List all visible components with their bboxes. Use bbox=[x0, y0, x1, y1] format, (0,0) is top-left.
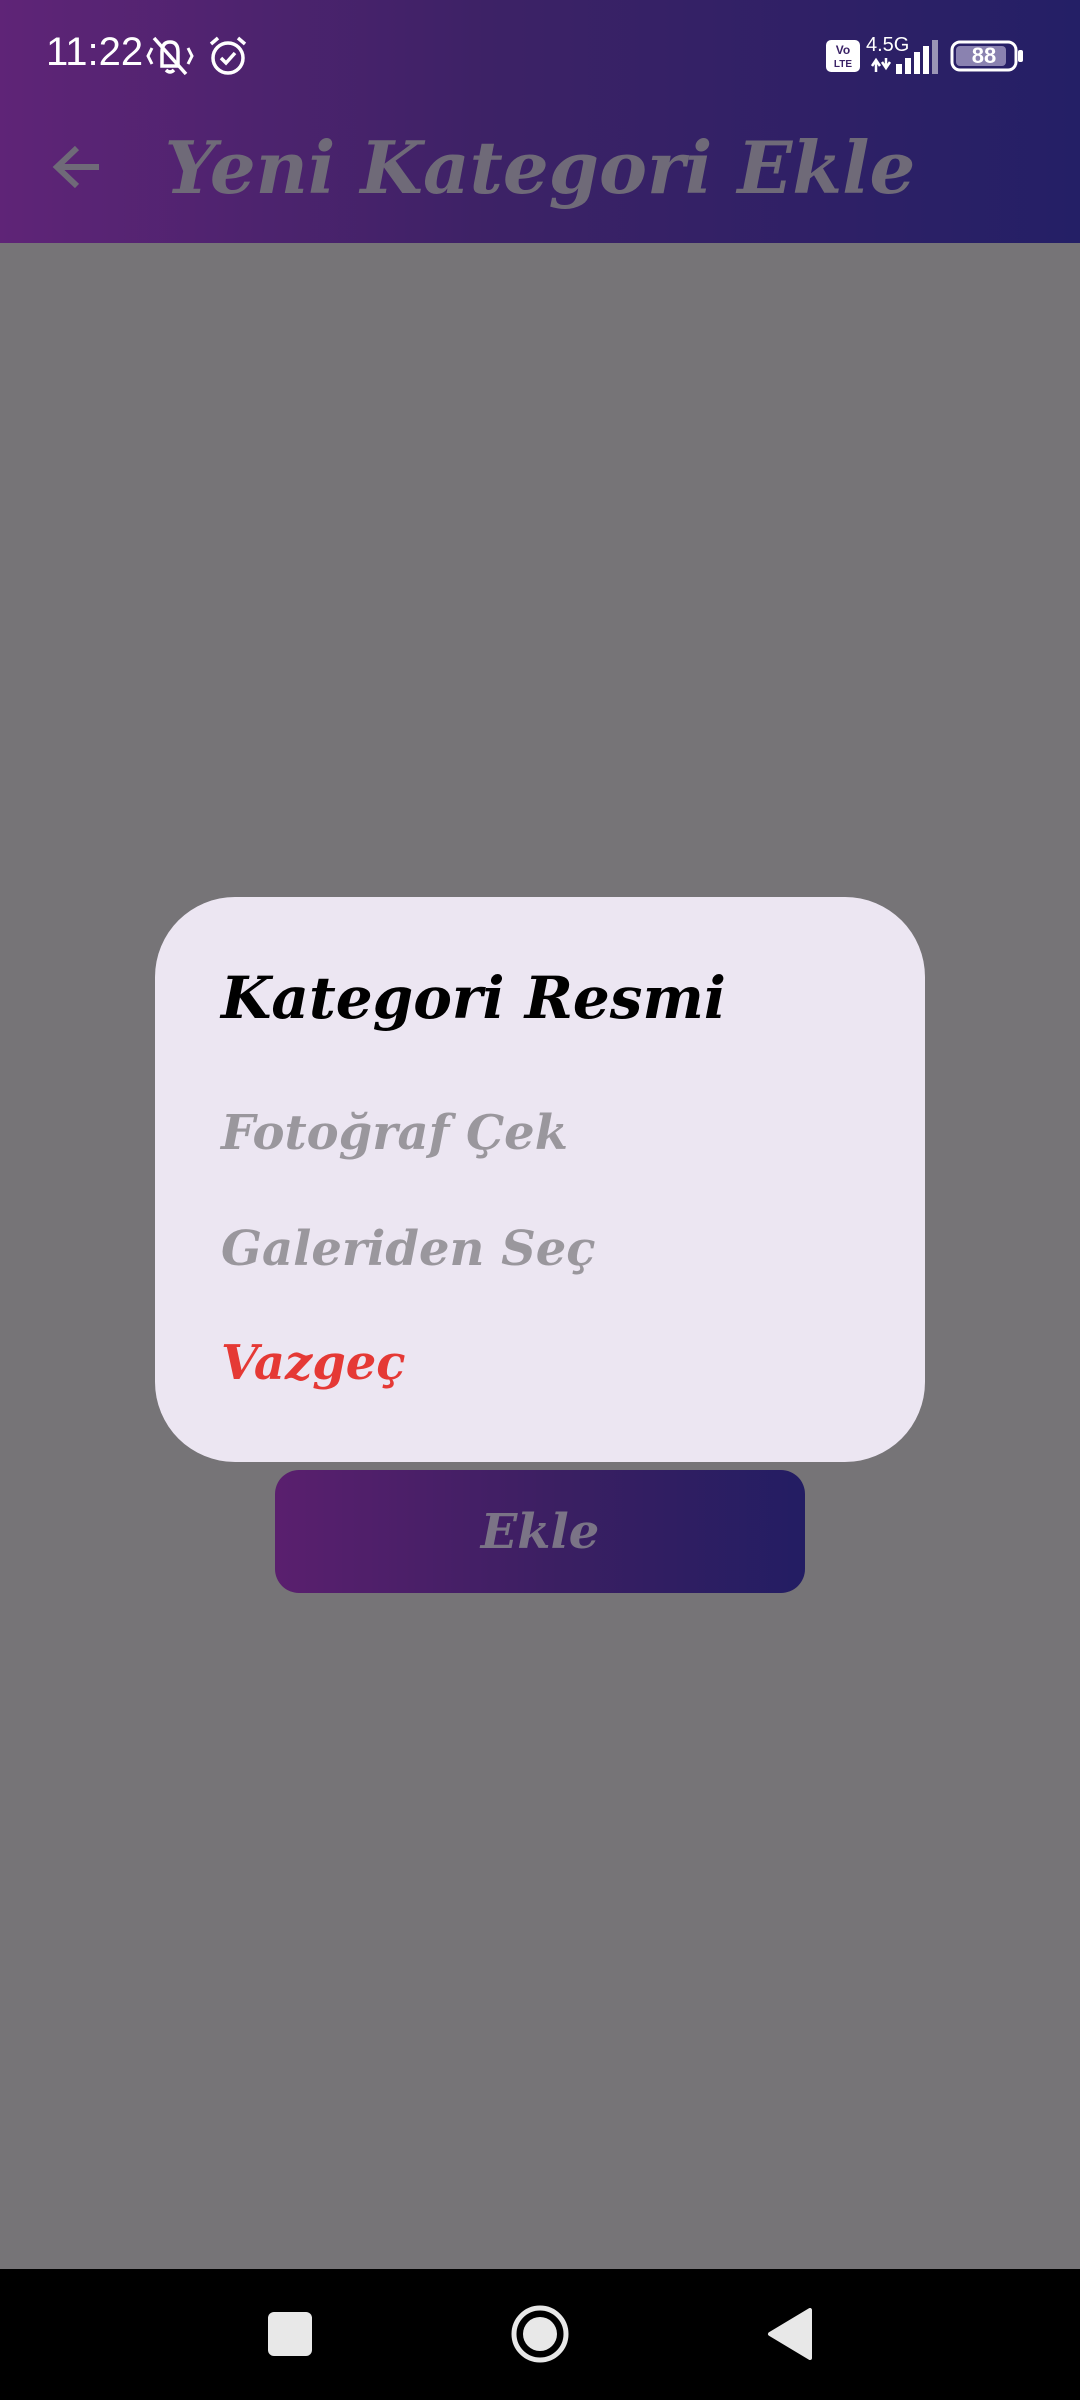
dialog-title: Kategori Resmi bbox=[221, 964, 726, 1032]
recents-square-icon bbox=[268, 2312, 312, 2356]
cancel-option[interactable]: Vazgeç bbox=[221, 1333, 406, 1393]
add-category-button[interactable]: Ekle bbox=[275, 1470, 805, 1593]
vibrate-muted-icon bbox=[146, 34, 194, 82]
home-circle-icon bbox=[511, 2305, 569, 2363]
take-photo-option[interactable]: Fotoğraf Çek bbox=[221, 1103, 568, 1163]
volte-icon: Vo LTE bbox=[826, 40, 860, 76]
page-title: Yeni Kategori Ekle bbox=[164, 125, 916, 210]
status-bar: 11:22 Vo LTE 4.5G 88 bbox=[0, 0, 1080, 110]
alarm-icon bbox=[206, 34, 250, 82]
home-button[interactable] bbox=[505, 2299, 575, 2369]
category-image-dialog: Kategori Resmi Fotoğraf Çek Galeriden Se… bbox=[155, 897, 925, 1462]
signal-icon bbox=[868, 40, 940, 78]
status-time: 11:22 bbox=[46, 30, 144, 74]
recents-button[interactable] bbox=[255, 2299, 325, 2369]
back-triangle-icon bbox=[768, 2308, 812, 2360]
navigation-bar bbox=[0, 2269, 1080, 2400]
svg-text:Vo: Vo bbox=[836, 43, 850, 57]
choose-from-gallery-option[interactable]: Galeriden Seç bbox=[221, 1219, 596, 1279]
svg-text:LTE: LTE bbox=[834, 59, 852, 70]
header: 11:22 Vo LTE 4.5G 88 Yeni Kategori Ekle bbox=[0, 0, 1080, 243]
battery-level: 88 bbox=[971, 43, 997, 68]
back-nav-button[interactable] bbox=[755, 2299, 825, 2369]
